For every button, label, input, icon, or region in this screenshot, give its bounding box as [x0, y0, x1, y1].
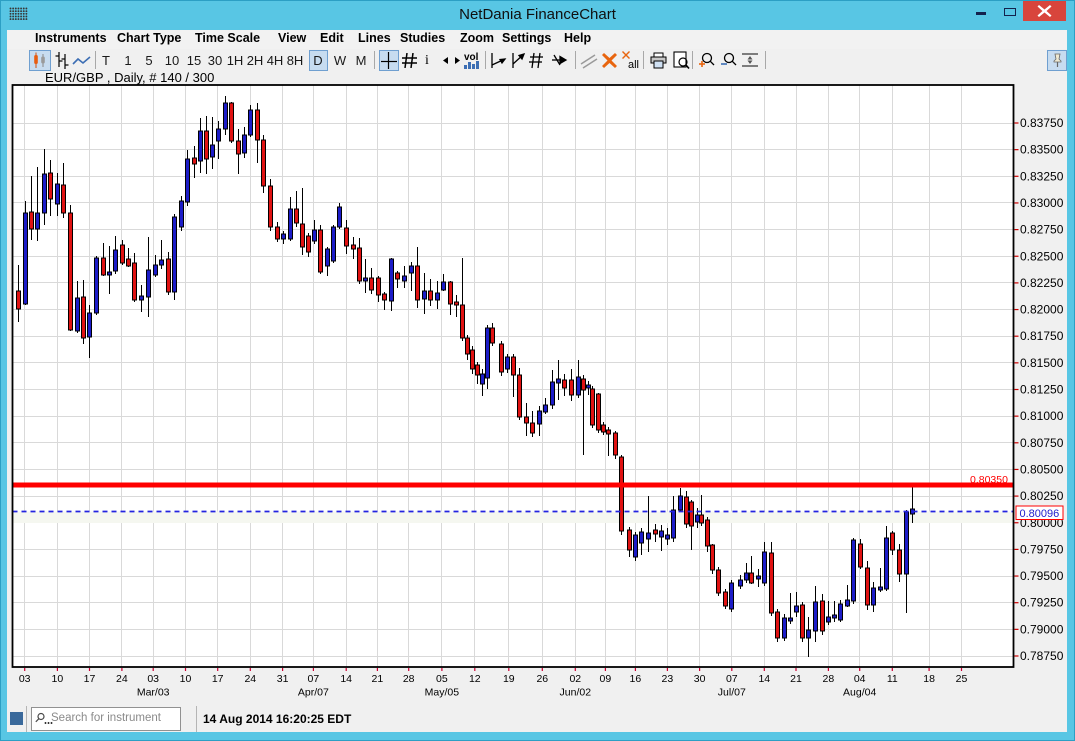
svg-text:0.82500: 0.82500 — [1020, 249, 1064, 263]
svg-text:12: 12 — [469, 673, 481, 685]
svg-text:03: 03 — [19, 673, 31, 685]
svg-text:26: 26 — [536, 673, 548, 685]
svg-text:0.82250: 0.82250 — [1020, 276, 1064, 290]
svg-text:Mar/03: Mar/03 — [137, 687, 170, 699]
svg-text:0.80350: 0.80350 — [970, 474, 1008, 486]
svg-text:0.83250: 0.83250 — [1020, 169, 1064, 183]
svg-text:0.79250: 0.79250 — [1020, 596, 1064, 610]
svg-text:24: 24 — [244, 673, 256, 685]
svg-text:25: 25 — [956, 673, 968, 685]
svg-text:0.81500: 0.81500 — [1020, 356, 1064, 370]
svg-text:0.80096: 0.80096 — [1020, 508, 1060, 520]
svg-text:30: 30 — [694, 673, 706, 685]
svg-text:May/05: May/05 — [425, 687, 460, 699]
svg-text:10: 10 — [180, 673, 192, 685]
svg-text:14: 14 — [340, 673, 352, 685]
svg-text:0.79000: 0.79000 — [1020, 622, 1064, 636]
svg-text:24: 24 — [116, 673, 128, 685]
svg-text:21: 21 — [790, 673, 802, 685]
svg-text:0.82750: 0.82750 — [1020, 223, 1064, 237]
svg-text:Jul/07: Jul/07 — [718, 687, 746, 699]
svg-text:0.79500: 0.79500 — [1020, 569, 1064, 583]
svg-text:0.81750: 0.81750 — [1020, 329, 1064, 343]
svg-text:16: 16 — [630, 673, 642, 685]
svg-text:11: 11 — [887, 673, 898, 685]
svg-text:0.80250: 0.80250 — [1020, 489, 1064, 503]
svg-text:0.79750: 0.79750 — [1020, 542, 1064, 556]
svg-text:31: 31 — [277, 673, 289, 685]
svg-text:07: 07 — [726, 673, 738, 685]
svg-text:03: 03 — [147, 673, 159, 685]
svg-text:0.78750: 0.78750 — [1020, 649, 1064, 663]
svg-text:04: 04 — [854, 673, 866, 685]
svg-text:18: 18 — [923, 673, 935, 685]
svg-text:02: 02 — [569, 673, 581, 685]
svg-text:21: 21 — [372, 673, 384, 685]
svg-text:0.83750: 0.83750 — [1020, 116, 1064, 130]
svg-text:28: 28 — [403, 673, 415, 685]
svg-text:10: 10 — [52, 673, 64, 685]
svg-text:05: 05 — [436, 673, 448, 685]
svg-text:07: 07 — [308, 673, 320, 685]
svg-text:0.80500: 0.80500 — [1020, 462, 1064, 476]
svg-text:0.83500: 0.83500 — [1020, 143, 1064, 157]
svg-text:0.80750: 0.80750 — [1020, 436, 1064, 450]
svg-text:28: 28 — [823, 673, 835, 685]
svg-text:Apr/07: Apr/07 — [298, 687, 329, 699]
svg-text:09: 09 — [600, 673, 612, 685]
svg-text:0.81000: 0.81000 — [1020, 409, 1064, 423]
svg-text:19: 19 — [503, 673, 515, 685]
svg-text:0.83000: 0.83000 — [1020, 196, 1064, 210]
svg-text:0.81250: 0.81250 — [1020, 383, 1064, 397]
svg-text:17: 17 — [84, 673, 96, 685]
svg-text:17: 17 — [212, 673, 224, 685]
svg-text:0.82000: 0.82000 — [1020, 303, 1064, 317]
svg-text:14: 14 — [758, 673, 770, 685]
svg-text:Jun/02: Jun/02 — [560, 687, 592, 699]
svg-text:Aug/04: Aug/04 — [843, 687, 876, 699]
svg-text:23: 23 — [662, 673, 674, 685]
